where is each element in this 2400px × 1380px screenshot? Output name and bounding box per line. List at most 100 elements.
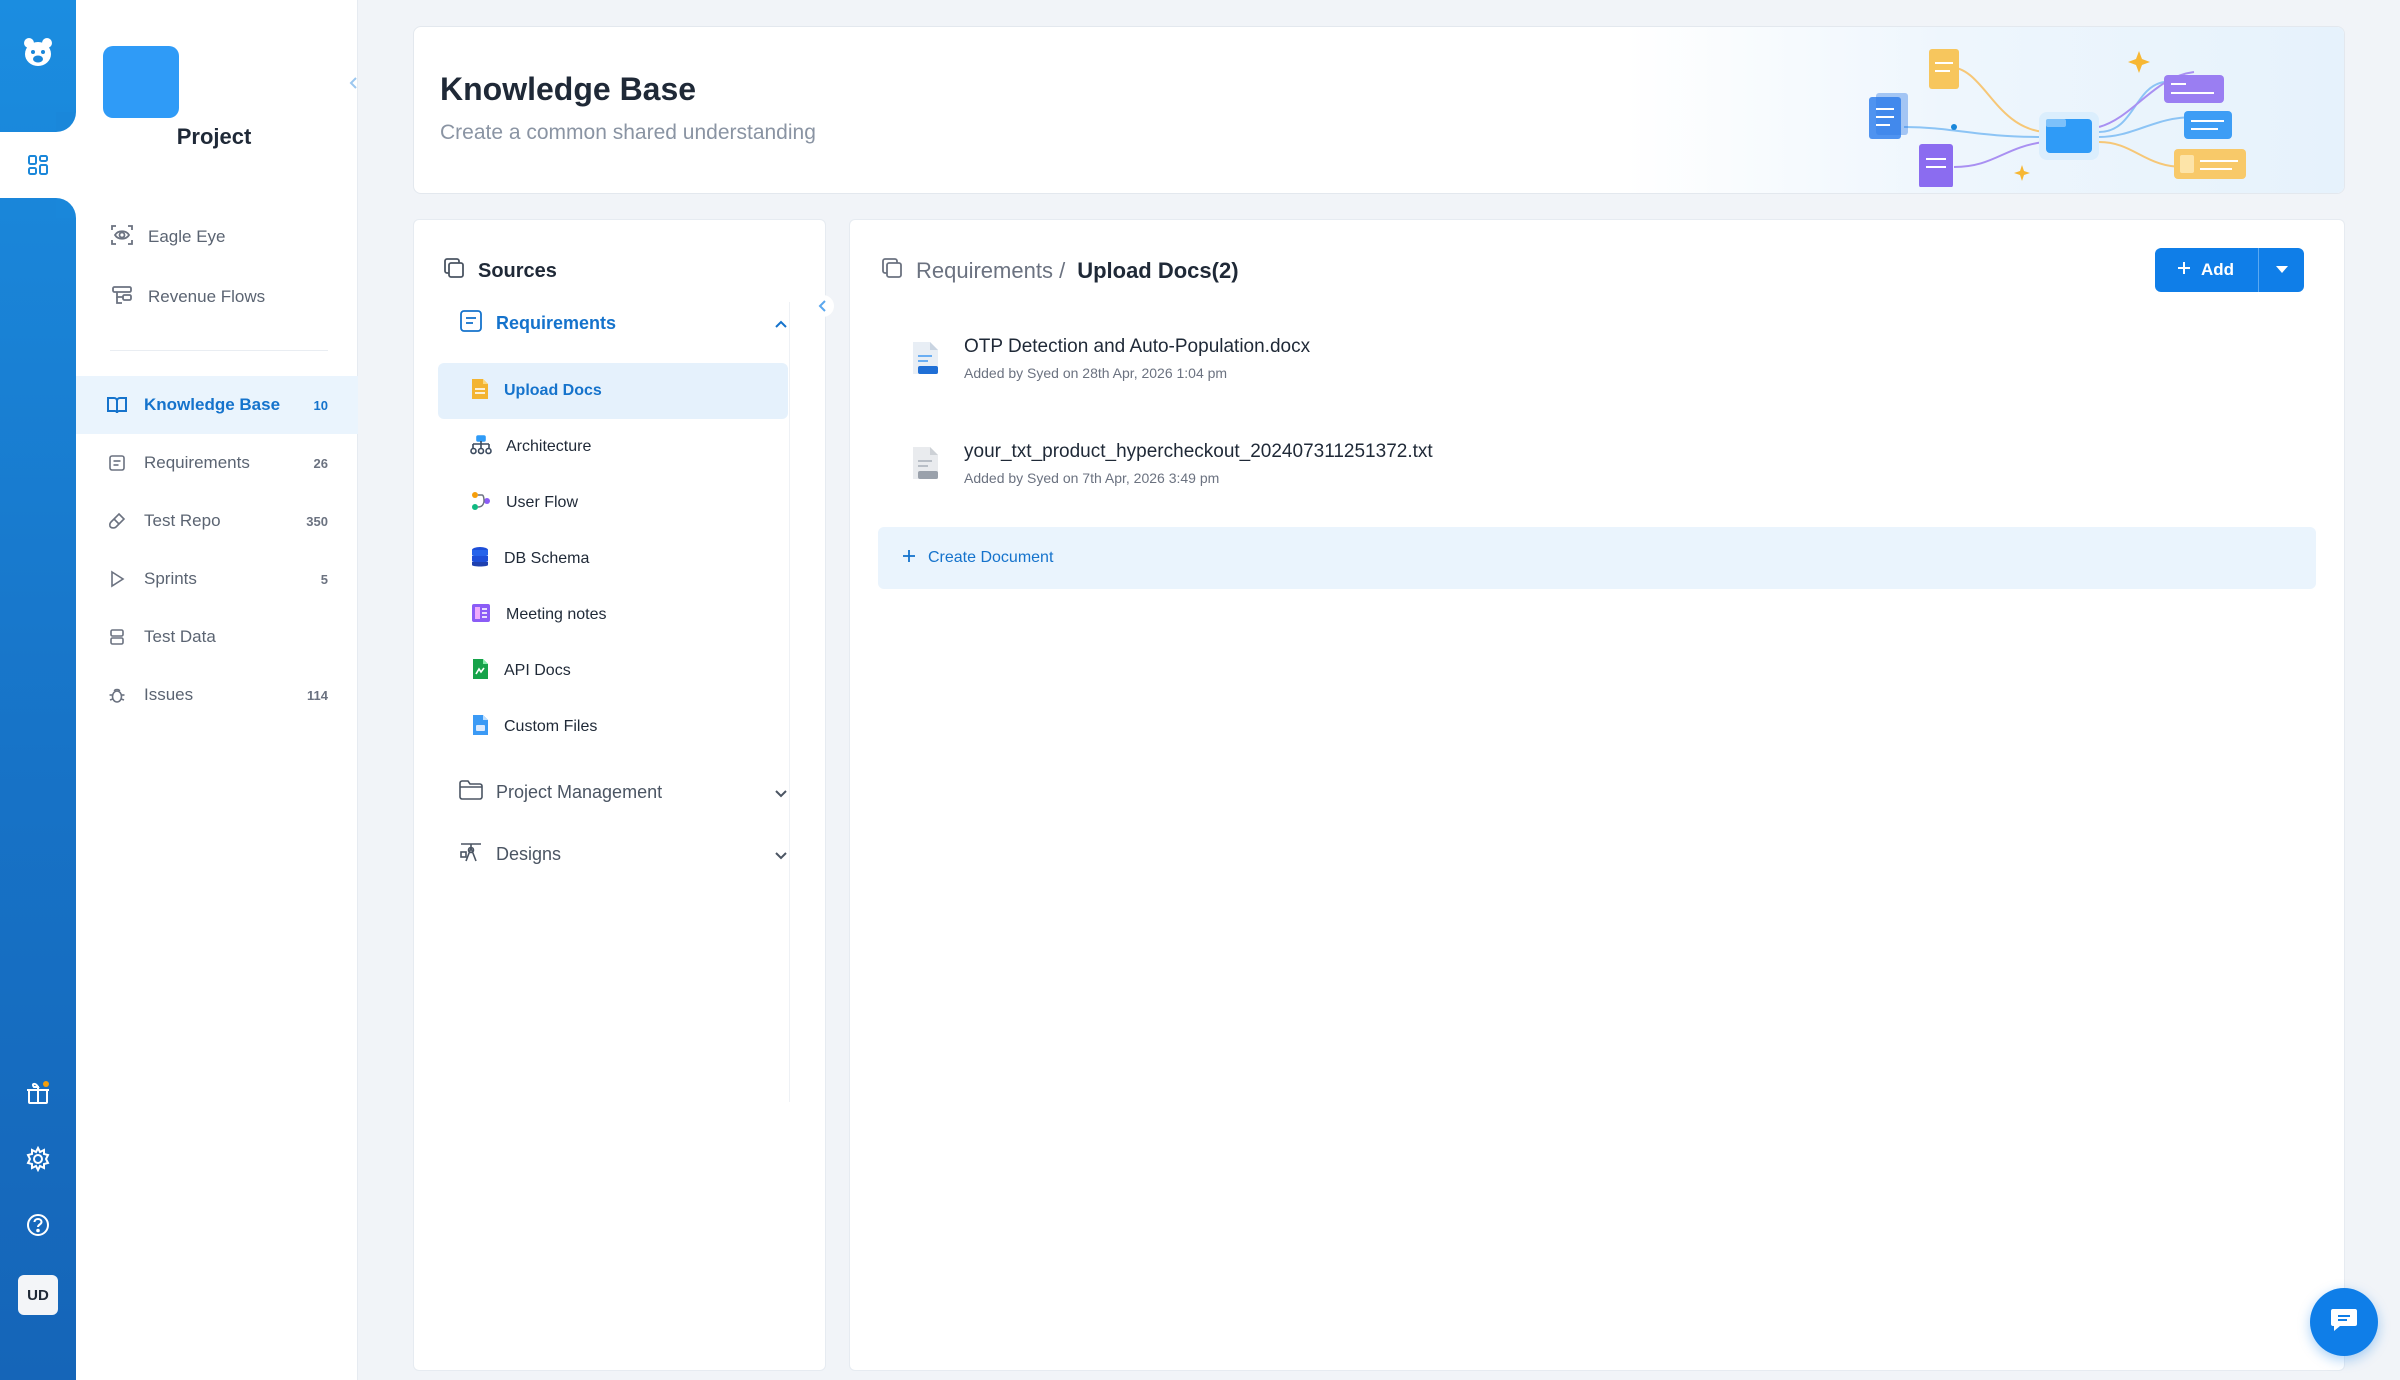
- gear-icon[interactable]: [20, 1141, 56, 1177]
- user-avatar[interactable]: UD: [18, 1275, 58, 1315]
- sidebar-collapse-button[interactable]: [343, 72, 365, 94]
- source-item-label: User Flow: [506, 494, 579, 511]
- source-group-project-management[interactable]: Project Management: [458, 769, 798, 815]
- count-badge: 10: [313, 397, 328, 413]
- count-badge: 350: [306, 513, 328, 529]
- sidebar-item-requirements[interactable]: Requirements 26: [76, 434, 358, 492]
- source-item-label: Meeting notes: [506, 606, 607, 623]
- rail-bottom-icons: UD: [0, 1075, 76, 1315]
- sidebar-item-label: Issues: [144, 685, 194, 704]
- add-button[interactable]: Add: [2154, 248, 2258, 292]
- source-item-user-flow[interactable]: User Flow: [438, 475, 788, 531]
- document-row[interactable]: OTP Detection and Auto-Population.docx A…: [910, 336, 1310, 383]
- sources-collapse-button[interactable]: [812, 295, 834, 317]
- source-item-architecture[interactable]: Architecture: [438, 419, 788, 475]
- sources-title: Sources: [478, 259, 557, 282]
- create-document-button[interactable]: Create Document: [878, 527, 2316, 589]
- book-icon: [106, 394, 128, 416]
- sidebar-item-sprints[interactable]: Sprints 5: [76, 550, 358, 608]
- folder-icon: [458, 779, 484, 806]
- list-icon: [458, 308, 484, 339]
- chat-icon: [2329, 1306, 2359, 1339]
- play-icon: [106, 568, 128, 590]
- chevron-down-icon: [774, 844, 788, 865]
- chevron-up-icon: [774, 313, 788, 334]
- sidebar-item-label: Test Data: [144, 627, 216, 646]
- plus-icon: [902, 549, 916, 568]
- add-split-button: Add: [2154, 248, 2304, 292]
- sidebar-item-test-repo[interactable]: Test Repo 350: [76, 492, 358, 550]
- sources-header: Sources: [442, 256, 557, 286]
- sidebar-item-label: Eagle Eye: [148, 227, 226, 246]
- source-item-meeting-notes[interactable]: Meeting notes: [438, 587, 788, 643]
- source-item-upload-docs[interactable]: Upload Docs: [438, 363, 788, 419]
- help-icon[interactable]: [20, 1207, 56, 1243]
- api-docs-icon: [470, 657, 490, 686]
- page-title: Knowledge Base: [440, 71, 697, 107]
- sidebar-item-test-data[interactable]: Test Data: [76, 608, 358, 666]
- sidebar-item-label: Sprints: [144, 569, 197, 588]
- chat-support-button[interactable]: [2310, 1288, 2378, 1356]
- user-flow-icon: [470, 490, 492, 517]
- source-group-designs[interactable]: Designs: [458, 831, 798, 877]
- sidebar-item-revenue-flows[interactable]: Revenue Flows: [110, 282, 265, 312]
- document-meta: Added by Syed on 28th Apr, 2026 1:04 pm: [964, 365, 1228, 381]
- sidebar-item-issues[interactable]: Issues 114: [76, 666, 358, 724]
- sidebar-item-label: Knowledge Base: [144, 395, 281, 414]
- source-item-custom-files[interactable]: Custom Files: [438, 699, 788, 755]
- list-icon: [106, 452, 128, 474]
- sidebar-item-eagle-eye[interactable]: Eagle Eye: [110, 222, 226, 252]
- create-document-label: Create Document: [928, 549, 1054, 566]
- flask-icon: [106, 510, 128, 532]
- chevron-down-icon: [774, 782, 788, 803]
- group-label: Designs: [496, 843, 562, 864]
- eye-scan-icon: [110, 223, 134, 252]
- upload-doc-icon: [470, 377, 490, 406]
- docx-file-icon: [910, 336, 942, 383]
- design-tools-icon: [458, 839, 484, 870]
- source-item-api-docs[interactable]: API Docs: [438, 643, 788, 699]
- custom-files-icon: [470, 713, 490, 742]
- group-label: Project Management: [496, 781, 663, 802]
- sidebar-item-knowledge-base[interactable]: Knowledge Base 10: [76, 376, 358, 434]
- project-name: Project: [176, 124, 252, 149]
- breadcrumb-parent[interactable]: Requirements /: [916, 258, 1065, 284]
- project-nav: Knowledge Base 10 Requirements 26 Test R…: [76, 376, 358, 724]
- txt-file-icon: [910, 441, 942, 488]
- source-item-label: DB Schema: [504, 550, 590, 567]
- sidebar-item-label: Revenue Flows: [148, 287, 266, 306]
- count-badge: 5: [320, 571, 328, 587]
- source-item-label: Architecture: [506, 438, 592, 455]
- page-header: Knowledge Base Create a common shared un…: [413, 26, 2345, 194]
- add-options-dropdown[interactable]: [2258, 248, 2304, 292]
- source-item-db-schema[interactable]: DB Schema: [438, 531, 788, 587]
- sidebar-item-label: Test Repo: [144, 511, 221, 530]
- sources-icon: [442, 256, 466, 286]
- breadcrumb: Requirements / Upload Docs(2): [880, 256, 1239, 286]
- knowledge-graph-illustration: [1834, 37, 2304, 192]
- source-sub-list: Upload Docs Architecture User Flow DB Sc…: [438, 363, 788, 755]
- meeting-notes-icon: [470, 602, 492, 629]
- document-meta: Added by Syed on 7th Apr, 2026 3:49 pm: [964, 470, 1220, 486]
- document-name[interactable]: OTP Detection and Auto-Population.docx: [964, 336, 1310, 358]
- sidebar-item-label: Requirements: [144, 453, 250, 472]
- breadcrumb-current: Upload Docs(2): [1077, 258, 1239, 283]
- dashboard-grid-icon[interactable]: [0, 132, 76, 198]
- document-name[interactable]: your_txt_product_hypercheckout_202407311…: [964, 441, 1433, 463]
- bug-icon: [106, 684, 128, 706]
- architecture-icon: [470, 434, 492, 461]
- source-group-requirements[interactable]: Requirements: [458, 300, 798, 346]
- project-logo[interactable]: [103, 46, 179, 118]
- database-icon: [106, 626, 128, 648]
- sources-panel: Sources Requirements Upload Docs Archite…: [413, 219, 826, 1371]
- copy-icon: [880, 256, 904, 286]
- source-item-label: API Docs: [504, 662, 571, 679]
- caret-down-icon: [2275, 261, 2289, 279]
- gift-icon[interactable]: [20, 1075, 56, 1111]
- count-badge: 26: [313, 455, 328, 471]
- source-item-label: Upload Docs: [504, 382, 602, 399]
- document-row[interactable]: your_txt_product_hypercheckout_202407311…: [910, 441, 1433, 488]
- plus-icon: [2177, 260, 2191, 280]
- source-item-label: Custom Files: [504, 718, 598, 735]
- documents-panel: Requirements / Upload Docs(2) Add OTP De…: [849, 219, 2345, 1371]
